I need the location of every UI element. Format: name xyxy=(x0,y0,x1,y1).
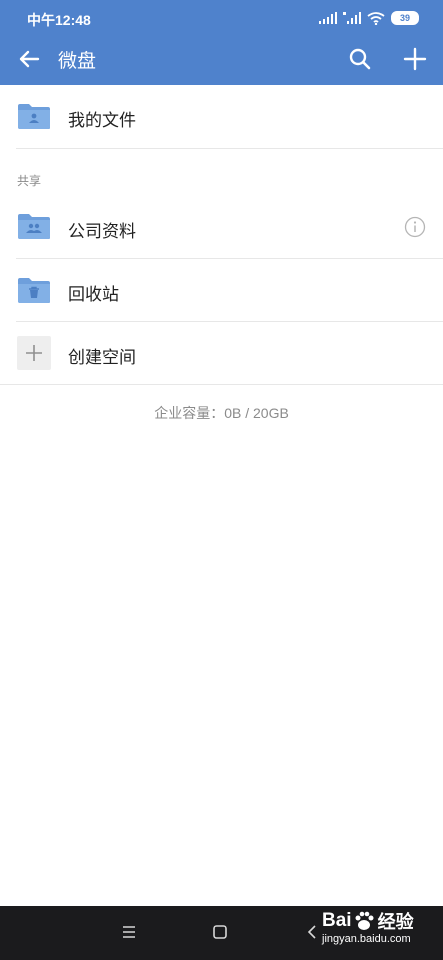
create-space-label: 创建空间 xyxy=(68,348,136,367)
status-time: 中午12:48 xyxy=(27,12,91,28)
status-bar: 中午12:48 39 xyxy=(0,0,443,36)
baidu-watermark: Bai 经验 jingyan.baidu.com xyxy=(322,908,414,945)
back-button[interactable] xyxy=(14,44,44,74)
status-icons: 39 xyxy=(319,11,419,25)
trash-folder-icon xyxy=(18,278,50,303)
list-item-my-files[interactable]: 我的文件 xyxy=(0,86,443,148)
battery-icon: 39 xyxy=(391,11,419,25)
watermark-url: jingyan.baidu.com xyxy=(322,933,411,945)
search-icon xyxy=(349,48,371,70)
capacity-text: 企业容量：0B / 20GB xyxy=(154,405,289,421)
paw-logo-icon xyxy=(355,911,374,930)
divider xyxy=(0,384,443,385)
page-title: 微盘 xyxy=(58,51,97,72)
info-icon[interactable] xyxy=(404,216,426,238)
shared-folder-icon xyxy=(18,214,50,239)
top-bar: 中午12:48 39 微盘 xyxy=(0,0,443,85)
watermark-brand-suffix: 经验 xyxy=(377,912,414,932)
add-button[interactable] xyxy=(400,44,430,74)
app-bar: 微盘 xyxy=(0,36,443,85)
create-space-icon-box xyxy=(17,336,51,370)
section-header-shared: 共享 xyxy=(17,174,42,188)
search-button[interactable] xyxy=(345,44,375,74)
wifi-icon xyxy=(367,11,385,25)
hd-signal-icon xyxy=(343,12,361,24)
company-data-label: 公司资料 xyxy=(68,222,136,241)
arrow-left-icon xyxy=(19,50,40,68)
plus-icon xyxy=(26,345,42,361)
nav-back-icon[interactable] xyxy=(305,924,319,940)
personal-folder-icon xyxy=(18,104,50,129)
list-item-recycle-bin[interactable]: 回收站 xyxy=(0,259,443,321)
plus-icon xyxy=(403,47,427,71)
list-item-company-data[interactable]: 公司资料 xyxy=(0,196,443,258)
divider xyxy=(16,148,443,149)
signal-icon xyxy=(319,12,337,24)
list-item-create-space[interactable]: 创建空间 xyxy=(0,322,443,384)
my-files-label: 我的文件 xyxy=(68,111,136,130)
menu-icon[interactable] xyxy=(121,925,137,939)
home-icon[interactable] xyxy=(212,924,228,940)
recycle-bin-label: 回收站 xyxy=(68,285,119,304)
watermark-brand: Bai xyxy=(322,910,352,931)
